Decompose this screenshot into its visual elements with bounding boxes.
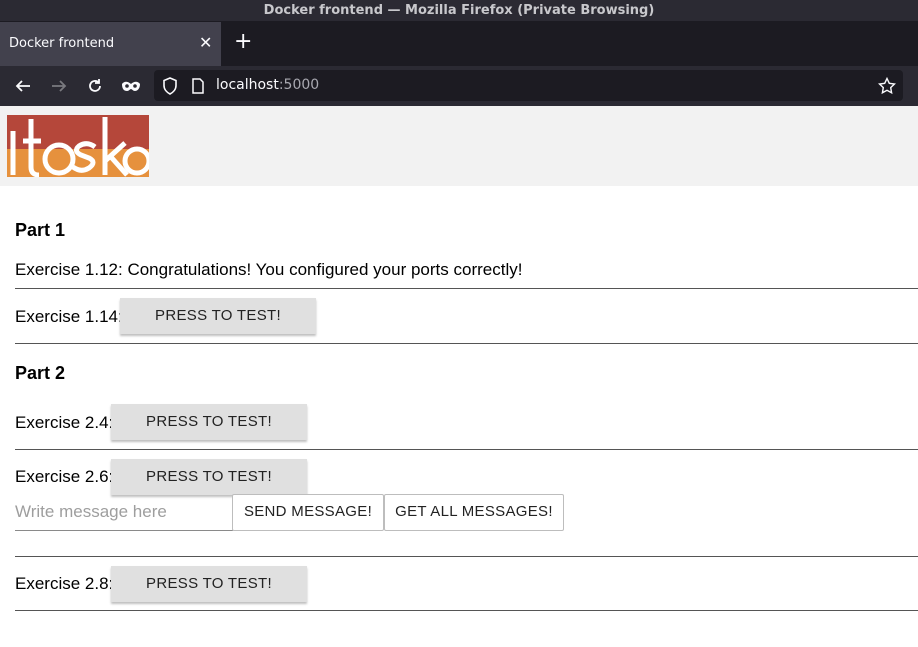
get-all-messages-button[interactable]: GET ALL MESSAGES! (384, 494, 564, 531)
reload-icon[interactable] (83, 74, 107, 98)
exercise-2-4-label: Exercise 2.4: (15, 413, 114, 432)
tab-docker-frontend[interactable]: Docker frontend ✕ (0, 22, 221, 66)
part1-heading: Part 1 (15, 220, 66, 240)
page-header (0, 106, 918, 186)
page-content: Part 1 Exercise 1.12: Congratulations! Y… (0, 106, 918, 647)
tab-title: Docker frontend (9, 36, 115, 51)
shield-icon[interactable] (158, 74, 182, 98)
exercise-2-8-label: Exercise 2.8: (15, 574, 114, 593)
address-bar[interactable]: localhost:5000 (154, 70, 903, 101)
back-icon[interactable] (11, 74, 35, 98)
itoska-logo (7, 115, 149, 177)
private-browsing-icon (119, 74, 143, 98)
exercise-1-14-test-button[interactable]: PRESS TO TEST! (120, 298, 316, 334)
navigation-bar: localhost:5000 (0, 66, 918, 106)
exercise-2-4-test-button[interactable]: PRESS TO TEST! (111, 404, 307, 440)
divider (15, 556, 918, 557)
url-host: localhost (216, 77, 279, 93)
forward-icon[interactable] (47, 74, 71, 98)
exercise-2-8-test-button[interactable]: PRESS TO TEST! (111, 566, 307, 602)
message-input[interactable]: Write message here (15, 494, 233, 531)
exercise-1-12-text: Exercise 1.12: Congratulations! You conf… (15, 260, 523, 279)
exercise-1-14-label: Exercise 1.14: (15, 307, 123, 326)
part2-heading: Part 2 (15, 363, 66, 383)
url-text[interactable]: localhost:5000 (216, 77, 319, 93)
window-title: Docker frontend — Mozilla Firefox (Priva… (0, 0, 918, 21)
exercise-2-6-label: Exercise 2.6: (15, 467, 114, 486)
bookmark-star-icon[interactable] (875, 74, 899, 98)
send-message-button[interactable]: SEND MESSAGE! (232, 494, 384, 531)
page-icon[interactable] (186, 74, 210, 98)
url-port: :5000 (278, 77, 320, 93)
divider (15, 288, 918, 289)
divider (15, 449, 918, 450)
divider (15, 610, 918, 611)
close-icon[interactable]: ✕ (199, 33, 212, 52)
divider (15, 343, 918, 344)
exercise-2-6-test-button[interactable]: PRESS TO TEST! (111, 459, 307, 495)
new-tab-icon[interactable]: + (234, 31, 252, 53)
tab-bar: Docker frontend ✕ + (0, 21, 918, 66)
